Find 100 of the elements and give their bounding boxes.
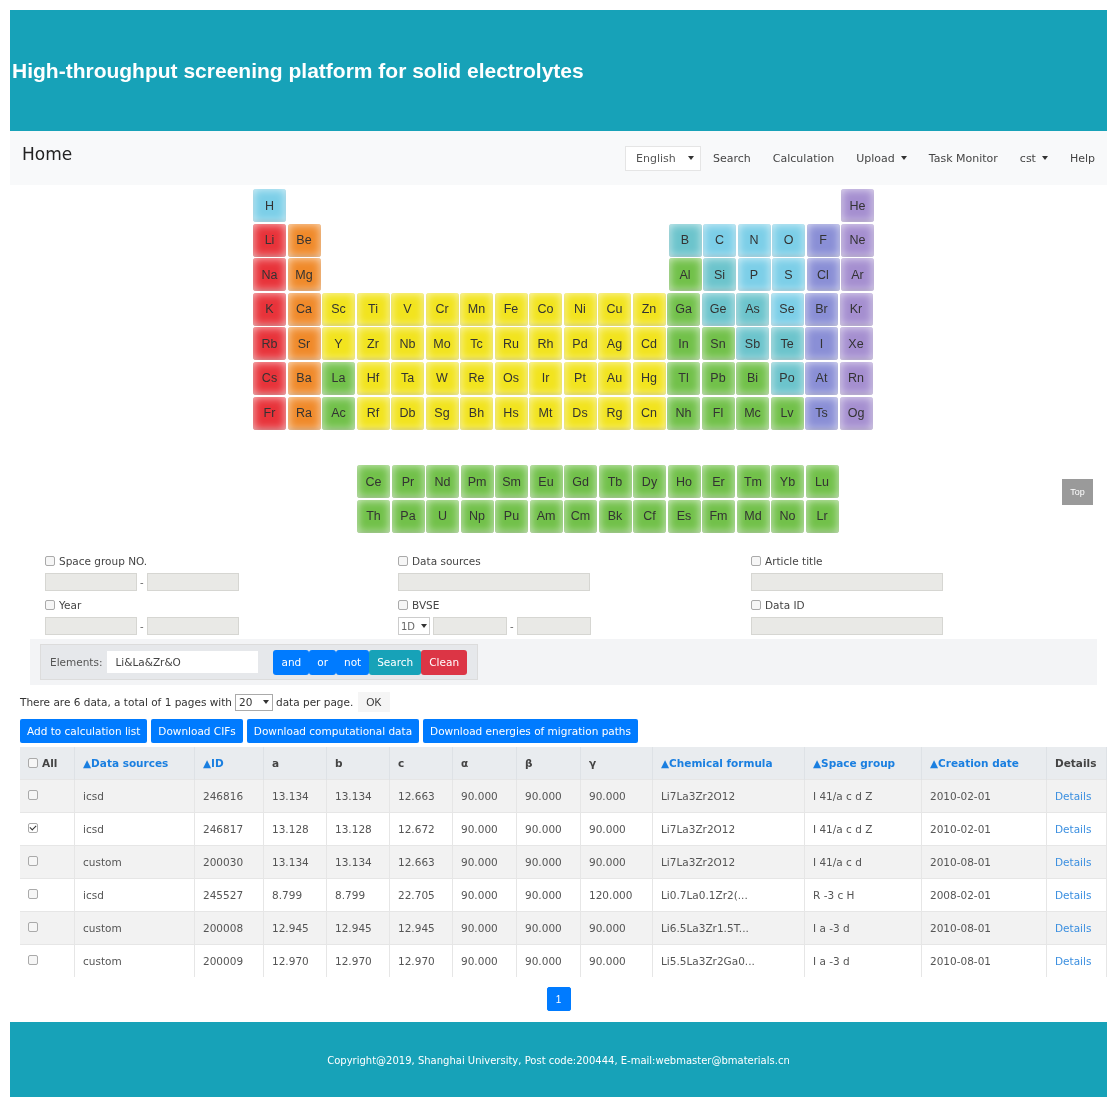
element-tile[interactable]: Mc	[736, 396, 769, 430]
filter-field[interactable]	[751, 617, 943, 635]
element-tile[interactable]: Tc	[460, 327, 493, 361]
element-tile[interactable]: He	[841, 189, 874, 222]
element-tile[interactable]: Ga	[667, 292, 700, 326]
element-tile[interactable]: Fr	[253, 396, 286, 430]
element-tile[interactable]: S	[772, 258, 805, 292]
element-tile[interactable]: Co	[529, 292, 562, 326]
element-tile[interactable]: C	[703, 223, 736, 257]
search-option-button[interactable]: or	[309, 649, 336, 675]
row-checkbox[interactable]	[28, 889, 38, 899]
element-tile[interactable]: Ar	[841, 258, 874, 292]
element-tile[interactable]: H	[253, 189, 286, 222]
nav-link[interactable]: Search	[713, 151, 751, 165]
element-tile[interactable]: Tb	[598, 465, 632, 499]
element-tile[interactable]: Cr	[425, 292, 459, 326]
details-link[interactable]: Details	[1055, 823, 1092, 835]
nav-link[interactable]: Calculation	[772, 151, 835, 165]
details-link[interactable]: Details	[1055, 889, 1092, 901]
element-tile[interactable]: Rn	[839, 361, 873, 395]
element-tile[interactable]: Na	[253, 258, 286, 292]
range-to-field[interactable]	[516, 617, 591, 635]
element-tile[interactable]: Mo	[425, 327, 459, 361]
row-checkbox[interactable]	[28, 790, 38, 800]
element-tile[interactable]: Mg	[287, 258, 321, 292]
range-from-field[interactable]	[45, 617, 137, 635]
search-option-button[interactable]: Clean	[421, 649, 468, 675]
element-tile[interactable]: Sb	[736, 327, 769, 361]
row-checkbox[interactable]	[28, 922, 38, 932]
element-tile[interactable]: Bi	[736, 361, 769, 395]
select-all-checkbox[interactable]	[28, 757, 38, 768]
nav-link[interactable]: Upload	[856, 151, 907, 165]
element-tile[interactable]: Si	[703, 258, 736, 292]
element-tile[interactable]: Md	[736, 499, 770, 533]
element-tile[interactable]: Ti	[356, 292, 390, 326]
sort-header-link[interactable]: ▲ID	[203, 757, 224, 769]
element-tile[interactable]: Rg	[598, 396, 631, 430]
element-tile[interactable]: Lv	[770, 396, 804, 430]
filter-field[interactable]	[398, 573, 590, 591]
element-tile[interactable]: La	[322, 361, 355, 395]
element-tile[interactable]: Zn	[632, 292, 666, 326]
element-tile[interactable]: Bk	[598, 499, 632, 533]
checkbox[interactable]	[398, 556, 408, 566]
element-tile[interactable]: Rb	[253, 327, 286, 361]
element-tile[interactable]: Cd	[632, 327, 666, 361]
element-tile[interactable]: Er	[702, 465, 735, 499]
search-option-button[interactable]: Search	[369, 649, 422, 675]
element-tile[interactable]: Cs	[253, 361, 286, 395]
home-link[interactable]: Home	[22, 144, 73, 164]
element-tile[interactable]: In	[667, 327, 700, 361]
element-tile[interactable]: Ce	[357, 465, 390, 499]
nav-link[interactable]: Help	[1069, 151, 1095, 165]
element-tile[interactable]: B	[668, 223, 702, 257]
element-tile[interactable]: Ir	[529, 361, 562, 395]
element-tile[interactable]: Li	[253, 223, 286, 257]
per-page-select[interactable]: 20	[235, 693, 273, 711]
row-checkbox[interactable]	[28, 823, 38, 833]
element-tile[interactable]: Nb	[391, 327, 424, 361]
element-tile[interactable]: Cf	[633, 499, 666, 533]
element-tile[interactable]: Cm	[564, 499, 597, 533]
element-tile[interactable]: Cl	[806, 258, 840, 292]
element-tile[interactable]: Ts	[805, 396, 838, 430]
element-tile[interactable]: Pr	[391, 465, 425, 499]
element-tile[interactable]: W	[425, 361, 459, 395]
element-tile[interactable]: Ni	[563, 292, 597, 326]
element-tile[interactable]: Kr	[839, 292, 873, 326]
element-tile[interactable]: Nd	[426, 465, 459, 499]
row-checkbox[interactable]	[28, 856, 38, 866]
element-tile[interactable]: V	[391, 292, 424, 326]
checkbox[interactable]	[45, 556, 55, 566]
language-select[interactable]: English	[625, 145, 702, 171]
element-tile[interactable]: Au	[598, 361, 631, 395]
row-checkbox[interactable]	[28, 955, 38, 965]
element-tile[interactable]: Ca	[287, 292, 321, 326]
range-from-field[interactable]	[433, 617, 507, 635]
action-button[interactable]: Download CIFs	[151, 719, 243, 743]
element-tile[interactable]: Th	[357, 499, 390, 533]
action-button[interactable]: Download energies of migration paths	[423, 719, 638, 743]
element-tile[interactable]: Bh	[460, 396, 493, 430]
element-tile[interactable]: Es	[667, 499, 701, 533]
element-tile[interactable]: Zr	[356, 327, 390, 361]
element-tile[interactable]: Ds	[563, 396, 597, 430]
element-tile[interactable]: Hs	[494, 396, 528, 430]
element-tile[interactable]: Og	[839, 396, 873, 430]
element-tile[interactable]: Ru	[494, 327, 528, 361]
element-tile[interactable]: Hg	[632, 361, 666, 395]
element-tile[interactable]: Ho	[667, 465, 701, 499]
element-tile[interactable]: Rf	[356, 396, 390, 430]
element-tile[interactable]: Cu	[598, 292, 631, 326]
checkbox[interactable]	[45, 600, 55, 610]
checkbox[interactable]	[398, 600, 408, 610]
element-tile[interactable]: Ra	[287, 396, 321, 430]
element-tile[interactable]: Re	[460, 361, 493, 395]
element-tile[interactable]: Os	[494, 361, 528, 395]
element-tile[interactable]: Pu	[495, 499, 528, 533]
element-tile[interactable]: Po	[770, 361, 804, 395]
element-tile[interactable]: Mn	[460, 292, 493, 326]
element-tile[interactable]: Dy	[633, 465, 666, 499]
element-tile[interactable]: Te	[770, 327, 804, 361]
checkbox[interactable]	[751, 600, 761, 610]
